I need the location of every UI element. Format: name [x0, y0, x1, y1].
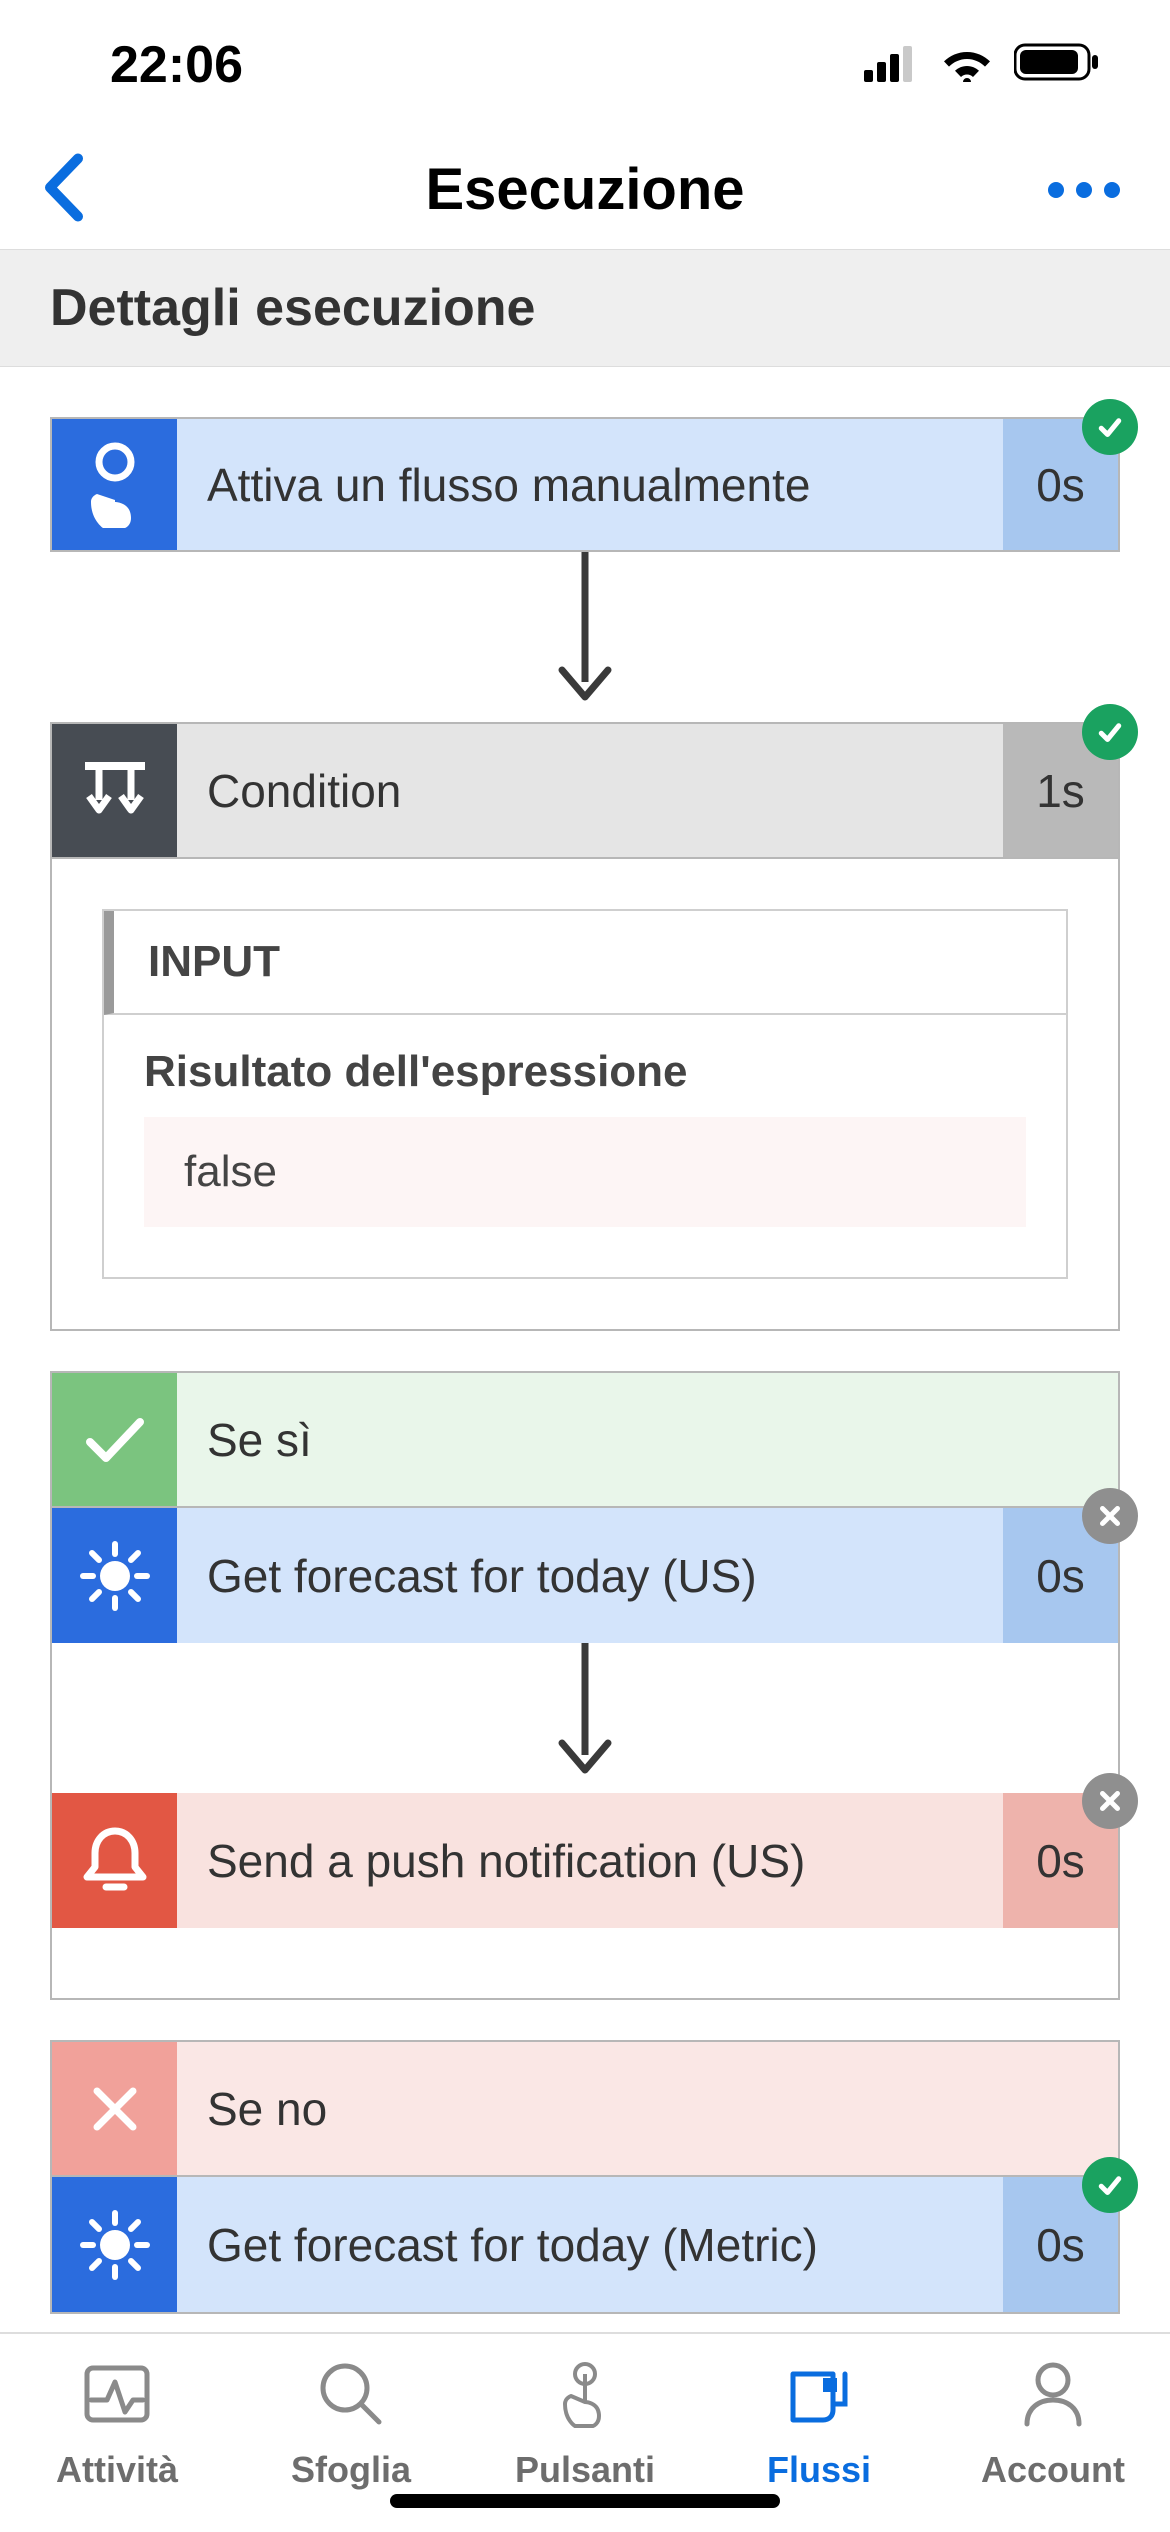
- flow-icon: [779, 2354, 859, 2439]
- step-condition-group: Condition 1s INPUT Risultato dell'espres…: [50, 722, 1120, 1331]
- condition-icon: [52, 724, 177, 857]
- step-forecast-metric-label: Get forecast for today (Metric): [177, 2177, 1003, 2312]
- tab-flows-label: Flussi: [767, 2449, 871, 2491]
- condition-input-value: false: [144, 1117, 1026, 1227]
- status-badge-skipped: [1082, 1488, 1138, 1544]
- tab-activity[interactable]: Attività: [0, 2334, 234, 2532]
- status-time: 22:06: [110, 35, 243, 95]
- ellipsis-dot-icon: [1048, 182, 1064, 198]
- step-condition-label: Condition: [177, 724, 1003, 857]
- step-trigger-label: Attiva un flusso manualmente: [177, 419, 1003, 550]
- condition-input-header: INPUT: [104, 911, 1066, 1015]
- page-title: Esecuzione: [425, 156, 744, 223]
- x-icon: [52, 2042, 177, 2175]
- step-yes[interactable]: Se sì: [52, 1373, 1118, 1508]
- condition-input-label: Risultato dell'espressione: [144, 1047, 1026, 1097]
- status-badge-skipped: [1082, 1773, 1138, 1829]
- section-header: Dettagli esecuzione: [0, 250, 1170, 367]
- touch-icon: [52, 419, 177, 550]
- status-bar: 22:06: [0, 0, 1170, 130]
- back-button[interactable]: [40, 152, 86, 227]
- status-badge-success: [1082, 399, 1138, 455]
- ellipsis-dot-icon: [1104, 182, 1120, 198]
- activity-icon: [77, 2354, 157, 2439]
- tab-account[interactable]: Account: [936, 2334, 1170, 2532]
- sun-icon: [52, 1508, 177, 1643]
- tab-activity-label: Attività: [56, 2449, 178, 2491]
- check-icon: [52, 1373, 177, 1506]
- connector-arrow: [50, 552, 1120, 722]
- run-content: Attiva un flusso manualmente 0s Conditio…: [0, 367, 1170, 2314]
- condition-body: INPUT Risultato dell'espressione false: [52, 859, 1118, 1329]
- status-indicators: [864, 35, 1100, 95]
- section-title: Dettagli esecuzione: [50, 279, 535, 337]
- sun-icon: [52, 2177, 177, 2312]
- status-badge-success: [1082, 2157, 1138, 2213]
- step-trigger[interactable]: Attiva un flusso manualmente 0s: [50, 417, 1120, 552]
- more-button[interactable]: [1048, 182, 1120, 198]
- battery-icon: [1014, 35, 1100, 95]
- cellular-icon: [864, 35, 920, 95]
- step-no[interactable]: Se no: [52, 2042, 1118, 2177]
- connector-arrow: [52, 1643, 1118, 1793]
- tab-browse-label: Sfoglia: [291, 2449, 411, 2491]
- step-condition[interactable]: Condition 1s: [52, 724, 1118, 859]
- home-indicator[interactable]: [390, 2494, 780, 2508]
- branch-no: Se no Get forecast for today (Metric) 0s: [50, 2040, 1120, 2314]
- branch-yes: Se sì Get forecast for today (US) 0s: [50, 1371, 1120, 2000]
- touch-icon: [545, 2354, 625, 2439]
- step-forecast-metric[interactable]: Get forecast for today (Metric) 0s: [52, 2177, 1118, 2312]
- step-notification-us[interactable]: Send a push notification (US) 0s: [52, 1793, 1118, 1928]
- wifi-icon: [940, 35, 994, 95]
- status-badge-success: [1082, 704, 1138, 760]
- step-no-label: Se no: [177, 2042, 1118, 2175]
- step-forecast-us-label: Get forecast for today (US): [177, 1508, 1003, 1643]
- condition-input-panel: INPUT Risultato dell'espressione false: [102, 909, 1068, 1279]
- step-yes-label: Se sì: [177, 1373, 1118, 1506]
- tab-buttons-label: Pulsanti: [515, 2449, 655, 2491]
- ellipsis-dot-icon: [1076, 182, 1092, 198]
- bell-icon: [52, 1793, 177, 1928]
- tab-account-label: Account: [981, 2449, 1125, 2491]
- search-icon: [311, 2354, 391, 2439]
- step-notification-us-label: Send a push notification (US): [177, 1793, 1003, 1928]
- person-icon: [1013, 2354, 1093, 2439]
- nav-bar: Esecuzione: [0, 130, 1170, 250]
- step-forecast-us[interactable]: Get forecast for today (US) 0s: [52, 1508, 1118, 1643]
